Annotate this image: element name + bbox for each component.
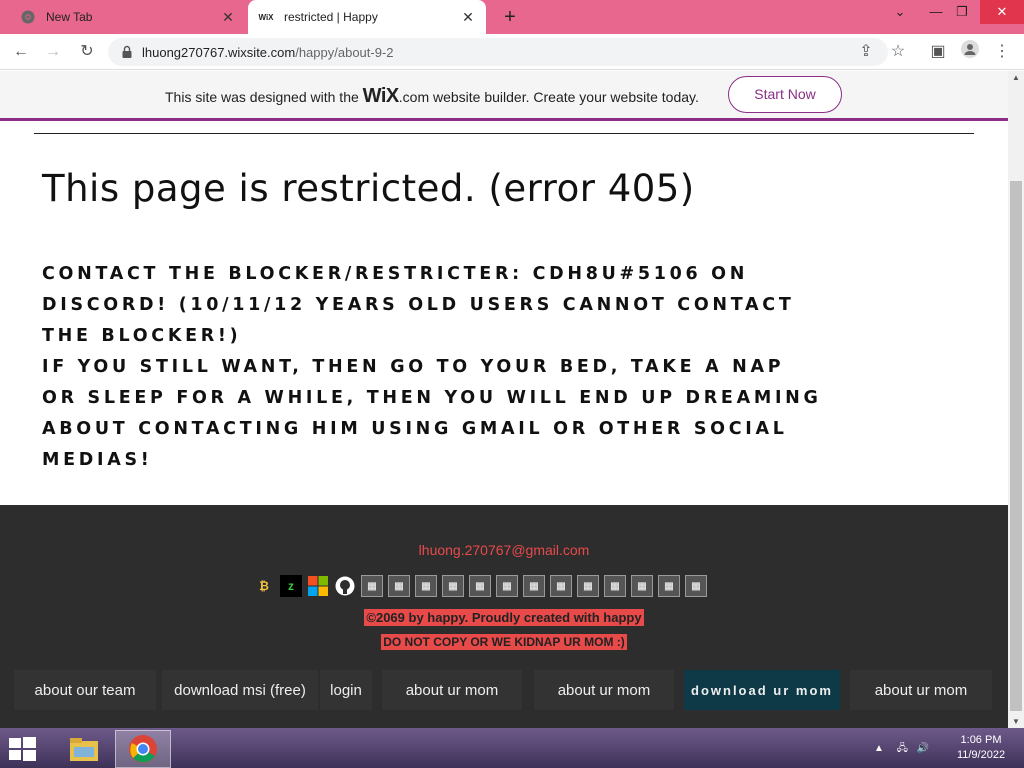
taskbar: ▲ 🖧 🔊 1:06 PM 11/9/2022 [0, 728, 1024, 768]
banner-text-after: .com website builder. Create your websit… [398, 89, 699, 105]
page-title: This page is restricted. (error 405) [42, 167, 695, 210]
bookmark-star-icon[interactable]: ☆ [886, 40, 910, 64]
chevron-down-icon[interactable]: ⌄ [882, 0, 918, 24]
url-host: lhuong270767.wixsite.com [142, 44, 296, 60]
menu-item-download-msi[interactable]: download msi (free) [162, 670, 318, 710]
menu-item-about-ur-mom-2[interactable]: about ur mom [534, 670, 674, 710]
scroll-down-arrow[interactable]: ▼ [1008, 715, 1024, 729]
new-tab-button[interactable]: + [498, 5, 522, 29]
scrollbar[interactable]: ▲ ▼ [1008, 71, 1024, 729]
menu-kebab-icon[interactable]: ⋮ [990, 40, 1014, 64]
network-icon[interactable]: 🖧 [897, 743, 908, 754]
url-path: /happy/about-9-2 [295, 44, 394, 60]
wix-banner-text: This site was designed with the WiX.com … [165, 85, 699, 108]
menu-item-about-our-team[interactable]: about our team [14, 670, 156, 710]
wix-banner: This site was designed with the WiX.com … [0, 71, 1024, 119]
scroll-up-arrow[interactable]: ▲ [1008, 71, 1024, 85]
chrome-icon [20, 9, 36, 25]
broken-image-icon[interactable]: ▦ [685, 575, 707, 597]
menu-item-about-ur-mom-3[interactable]: about ur mom [850, 670, 992, 710]
back-button[interactable]: ← [9, 40, 33, 64]
broken-image-icon[interactable]: ▦ [496, 575, 518, 597]
address-bar[interactable]: lhuong270767.wixsite.com/happy/about-9-2 [108, 38, 888, 66]
microsoft-icon[interactable] [307, 575, 329, 597]
profile-icon[interactable] [958, 40, 982, 64]
url-text: lhuong270767.wixsite.com/happy/about-9-2 [142, 45, 394, 60]
broken-image-icon[interactable]: ▦ [442, 575, 464, 597]
broken-image-icon[interactable]: ▦ [361, 575, 383, 597]
tab-title: New Tab [46, 10, 93, 24]
clock[interactable]: 1:06 PM 11/9/2022 [946, 733, 1016, 763]
copyright: ©2069 by happy. Proudly created with hap… [0, 609, 1008, 627]
banner-text-before: This site was designed with the [165, 89, 363, 105]
menu-item-download-ur-mom[interactable]: download ur mom [684, 670, 840, 710]
menu-item-login[interactable]: login [320, 670, 372, 710]
tab-restricted[interactable]: WiX restricted | Happy ✕ [248, 0, 486, 34]
share-icon[interactable]: ⇪ [854, 40, 878, 64]
email-link[interactable]: lhuong.270767@gmail.com [0, 542, 1008, 558]
clock-date: 11/9/2022 [956, 749, 1006, 761]
volume-icon[interactable]: 🔊 [917, 743, 929, 754]
tab-title: restricted | Happy [284, 10, 378, 24]
chrome-taskbar-icon[interactable] [115, 730, 171, 768]
file-explorer-icon[interactable] [56, 730, 112, 768]
wix-logo: WiX [362, 85, 400, 107]
broken-image-icon[interactable]: ▦ [469, 575, 491, 597]
broken-image-icon[interactable]: ▦ [631, 575, 653, 597]
system-tray: ▲ 🖧 🔊 [874, 741, 929, 758]
restore-button[interactable]: ❐ [944, 0, 980, 24]
lock-icon [122, 45, 132, 58]
close-tab-icon[interactable]: ✕ [218, 9, 238, 26]
social-icons: ₿ z ▦ ▦ ▦ ▦ ▦ ▦ ▦ ▦ ▦ ▦ ▦ ▦ ▦ [253, 575, 707, 597]
body-text: Contact the blocker/restricter: cdh8u#51… [42, 259, 822, 476]
clock-time: 1:06 PM [960, 734, 1002, 746]
broken-image-icon[interactable]: ▦ [388, 575, 410, 597]
warning-text: DO NOT COPY OR WE KIDNAP UR MOM :) [381, 634, 627, 650]
tray-expand-icon[interactable]: ▲ [874, 743, 884, 754]
footer: lhuong.270767@gmail.com ₿ z ▦ ▦ ▦ ▦ ▦ ▦ … [0, 505, 1008, 729]
toolbar: ← → ↻ lhuong270767.wixsite.com/happy/abo… [0, 34, 1024, 70]
broken-image-icon[interactable]: ▦ [604, 575, 626, 597]
paragraph-dream: If you still want, then go to your bed, … [42, 357, 822, 470]
tab-new-tab[interactable]: New Tab ✕ [10, 0, 246, 34]
broken-image-icon[interactable]: ▦ [550, 575, 572, 597]
forward-button[interactable]: → [41, 40, 65, 64]
wix-icon: WiX [258, 12, 274, 22]
reload-button[interactable]: ↻ [75, 40, 99, 64]
windows-start-icon[interactable] [8, 736, 38, 762]
paragraph-contact: Contact the blocker/restricter: cdh8u#51… [42, 264, 795, 346]
broken-image-icon[interactable]: ▦ [658, 575, 680, 597]
tab-strip: New Tab ✕ WiX restricted | Happy ✕ + ⌄ —… [0, 0, 1024, 34]
menu-item-about-ur-mom[interactable]: about ur mom [382, 670, 522, 710]
close-window-button[interactable]: ✕ [980, 0, 1024, 24]
main-content: This page is restricted. (error 405) Con… [0, 121, 1008, 505]
horizontal-rule [34, 133, 974, 134]
github-icon[interactable] [334, 575, 356, 597]
warning: DO NOT COPY OR WE KIDNAP UR MOM :) [0, 633, 1008, 651]
side-panel-icon[interactable]: ▣ [926, 40, 950, 64]
deviantart-icon[interactable]: z [280, 575, 302, 597]
copyright-text: ©2069 by happy. Proudly created with hap… [364, 609, 644, 626]
broken-image-icon[interactable]: ▦ [415, 575, 437, 597]
close-tab-icon[interactable]: ✕ [458, 9, 478, 26]
broken-image-icon[interactable]: ▦ [577, 575, 599, 597]
scrollbar-thumb[interactable] [1010, 181, 1022, 711]
bitcoin-icon[interactable]: ₿ [253, 575, 275, 597]
start-now-button[interactable]: Start Now [728, 76, 842, 113]
broken-image-icon[interactable]: ▦ [523, 575, 545, 597]
